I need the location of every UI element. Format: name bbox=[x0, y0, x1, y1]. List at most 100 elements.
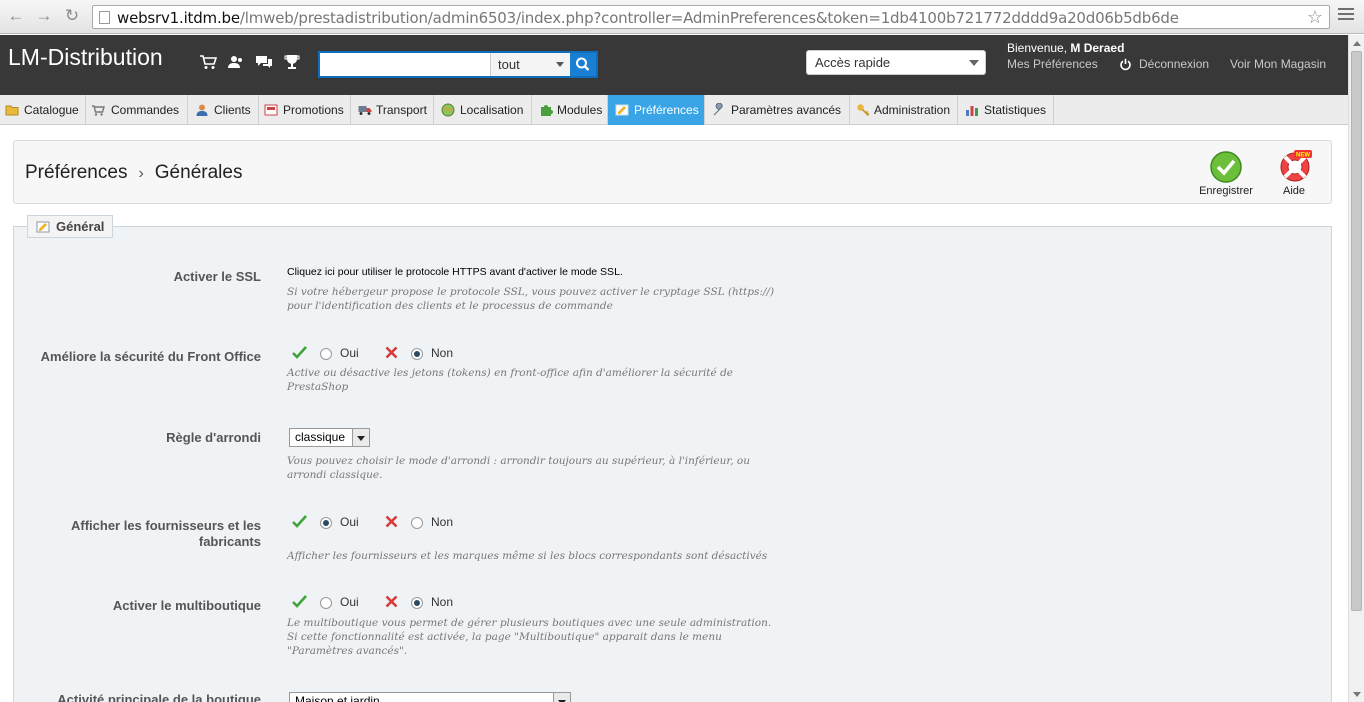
browser-toolbar: ← → ↻ websrv1.itdm.be/lmweb/prestadistri… bbox=[0, 0, 1364, 34]
quick-access-label: Accès rapide bbox=[815, 55, 891, 70]
shop-name[interactable]: LM-Distribution bbox=[8, 44, 163, 71]
rounding-label: Règle d'arrondi bbox=[166, 430, 261, 445]
search-scope-select[interactable]: tout bbox=[490, 53, 570, 76]
customers-icon[interactable] bbox=[226, 52, 246, 72]
page-toolbar: Préférences › Générales Enregistrer NEW Ai… bbox=[13, 140, 1332, 204]
folder-icon bbox=[5, 105, 19, 116]
tab-catalogue[interactable]: Catalogue bbox=[0, 95, 86, 125]
search-icon bbox=[576, 57, 590, 71]
logout-link[interactable]: Déconnexion bbox=[1139, 57, 1209, 71]
back-icon[interactable]: ← bbox=[6, 6, 26, 26]
search-form: tout bbox=[318, 51, 598, 78]
admin-header: LM-Distribution tout Accès rapide Bienve… bbox=[0, 35, 1348, 95]
breadcrumb: Préférences › Générales bbox=[25, 162, 242, 184]
save-button[interactable]: Enregistrer bbox=[1194, 150, 1258, 198]
my-preferences-link[interactable]: Mes Préférences bbox=[1007, 57, 1098, 71]
search-scope-value: tout bbox=[498, 57, 520, 72]
tab-preferences[interactable]: Préférences bbox=[608, 95, 705, 125]
ssl-description: Si votre hébergeur propose le protocole … bbox=[287, 286, 775, 312]
security-label: Améliore la sécurité du Front Office bbox=[40, 349, 261, 364]
new-badge: NEW bbox=[1296, 153, 1310, 159]
chevron-right-icon: › bbox=[138, 165, 144, 182]
activity-value: Maison et jardin bbox=[295, 694, 380, 702]
chevron-down-icon bbox=[352, 429, 369, 446]
forward-icon[interactable]: → bbox=[34, 6, 54, 26]
chevron-down-icon bbox=[553, 693, 570, 702]
search-input[interactable] bbox=[320, 53, 490, 76]
quick-access-select[interactable]: Accès rapide bbox=[806, 50, 986, 75]
view-store-link[interactable]: Voir Mon Magasin bbox=[1230, 57, 1326, 71]
suppliers-no-radio[interactable] bbox=[411, 517, 423, 529]
activity-label: Activité principale de la boutique bbox=[57, 692, 261, 702]
activity-select[interactable]: Maison et jardin bbox=[289, 692, 571, 702]
security-no-radio[interactable] bbox=[411, 348, 423, 360]
tab-localisation[interactable]: Localisation bbox=[434, 95, 532, 125]
wrench-icon bbox=[713, 103, 723, 116]
tab-promotions[interactable]: Promotions bbox=[259, 95, 351, 125]
user-icon bbox=[196, 104, 208, 116]
scroll-thumb[interactable] bbox=[1351, 51, 1362, 611]
cross-icon bbox=[385, 346, 398, 359]
puzzle-icon bbox=[541, 105, 553, 116]
ssl-link[interactable]: Cliquez ici pour utiliser le protocole H… bbox=[287, 266, 623, 278]
key-icon bbox=[857, 104, 870, 117]
ssl-label: Activer le SSL bbox=[173, 269, 261, 284]
scroll-down-icon[interactable] bbox=[1353, 692, 1361, 697]
rounding-select[interactable]: classique bbox=[289, 428, 370, 447]
page-icon bbox=[99, 11, 110, 24]
check-icon bbox=[292, 595, 307, 608]
fieldset-legend: Général bbox=[27, 215, 114, 238]
scroll-up-icon[interactable] bbox=[1353, 41, 1361, 46]
check-icon bbox=[292, 346, 307, 359]
cart-icon bbox=[92, 105, 105, 116]
multishop-no-radio[interactable] bbox=[411, 597, 423, 609]
security-yes-radio[interactable] bbox=[320, 348, 332, 360]
multishop-yes-radio[interactable] bbox=[320, 597, 332, 609]
welcome-text: Bienvenue, M Deraed bbox=[1007, 41, 1125, 55]
main-menu-tabs: Catalogue Commandes Clients Promotions T… bbox=[0, 95, 1348, 125]
globe-icon bbox=[441, 103, 455, 117]
user-name: M Deraed bbox=[1070, 41, 1125, 55]
rounding-value: classique bbox=[295, 430, 346, 444]
check-icon bbox=[292, 515, 307, 528]
tag-icon bbox=[264, 104, 278, 116]
cart-icon[interactable] bbox=[198, 52, 218, 72]
page-scrollbar[interactable] bbox=[1348, 35, 1364, 702]
bookmark-star-icon[interactable]: ☆ bbox=[1307, 7, 1323, 28]
multishop-description: Le multiboutique vous permet de gérer pl… bbox=[287, 617, 772, 657]
tab-modules[interactable]: Modules bbox=[532, 95, 608, 125]
tab-transport[interactable]: Transport bbox=[351, 95, 434, 125]
tab-commandes[interactable]: Commandes bbox=[86, 95, 188, 125]
power-icon bbox=[1120, 58, 1131, 71]
url-text: websrv1.itdm.be/lmweb/prestadistribution… bbox=[117, 9, 1179, 27]
chevron-down-icon bbox=[556, 62, 564, 67]
tab-administration[interactable]: Administration bbox=[850, 95, 958, 125]
suppliers-description: Afficher les fournisseurs et les marques… bbox=[287, 550, 768, 562]
browser-menu-icon[interactable] bbox=[1338, 8, 1354, 22]
suppliers-label: Afficher les fournisseurs et les fabrica… bbox=[70, 518, 261, 549]
reload-icon[interactable]: ↻ bbox=[62, 6, 82, 26]
page-title: Générales bbox=[154, 162, 243, 183]
check-circle-icon bbox=[1210, 151, 1242, 183]
tab-advanced-parameters[interactable]: Paramètres avancés bbox=[705, 95, 850, 125]
rounding-description: Vous pouvez choisir le mode d'arrondi : … bbox=[287, 455, 751, 481]
trophy-icon[interactable] bbox=[282, 52, 302, 72]
lifebuoy-icon: NEW bbox=[1280, 150, 1312, 182]
suppliers-yes-radio[interactable] bbox=[320, 517, 332, 529]
messages-icon[interactable] bbox=[254, 52, 274, 72]
cross-icon bbox=[385, 515, 398, 528]
breadcrumb-parent[interactable]: Préférences bbox=[25, 162, 127, 183]
cross-icon bbox=[385, 595, 398, 608]
truck-icon bbox=[358, 106, 372, 115]
tab-statistiques[interactable]: Statistiques bbox=[958, 95, 1054, 125]
preferences-icon bbox=[36, 221, 50, 233]
chevron-down-icon bbox=[969, 60, 979, 66]
address-bar[interactable]: websrv1.itdm.be/lmweb/prestadistribution… bbox=[92, 5, 1330, 29]
help-button[interactable]: NEW Aide bbox=[1262, 150, 1326, 198]
search-button[interactable] bbox=[570, 53, 596, 76]
preferences-icon bbox=[615, 104, 629, 116]
tab-clients[interactable]: Clients bbox=[188, 95, 259, 125]
chart-icon bbox=[966, 106, 978, 116]
multishop-label: Activer le multiboutique bbox=[112, 598, 261, 613]
security-description: Active ou désactive les jetons (tokens) … bbox=[287, 367, 734, 393]
